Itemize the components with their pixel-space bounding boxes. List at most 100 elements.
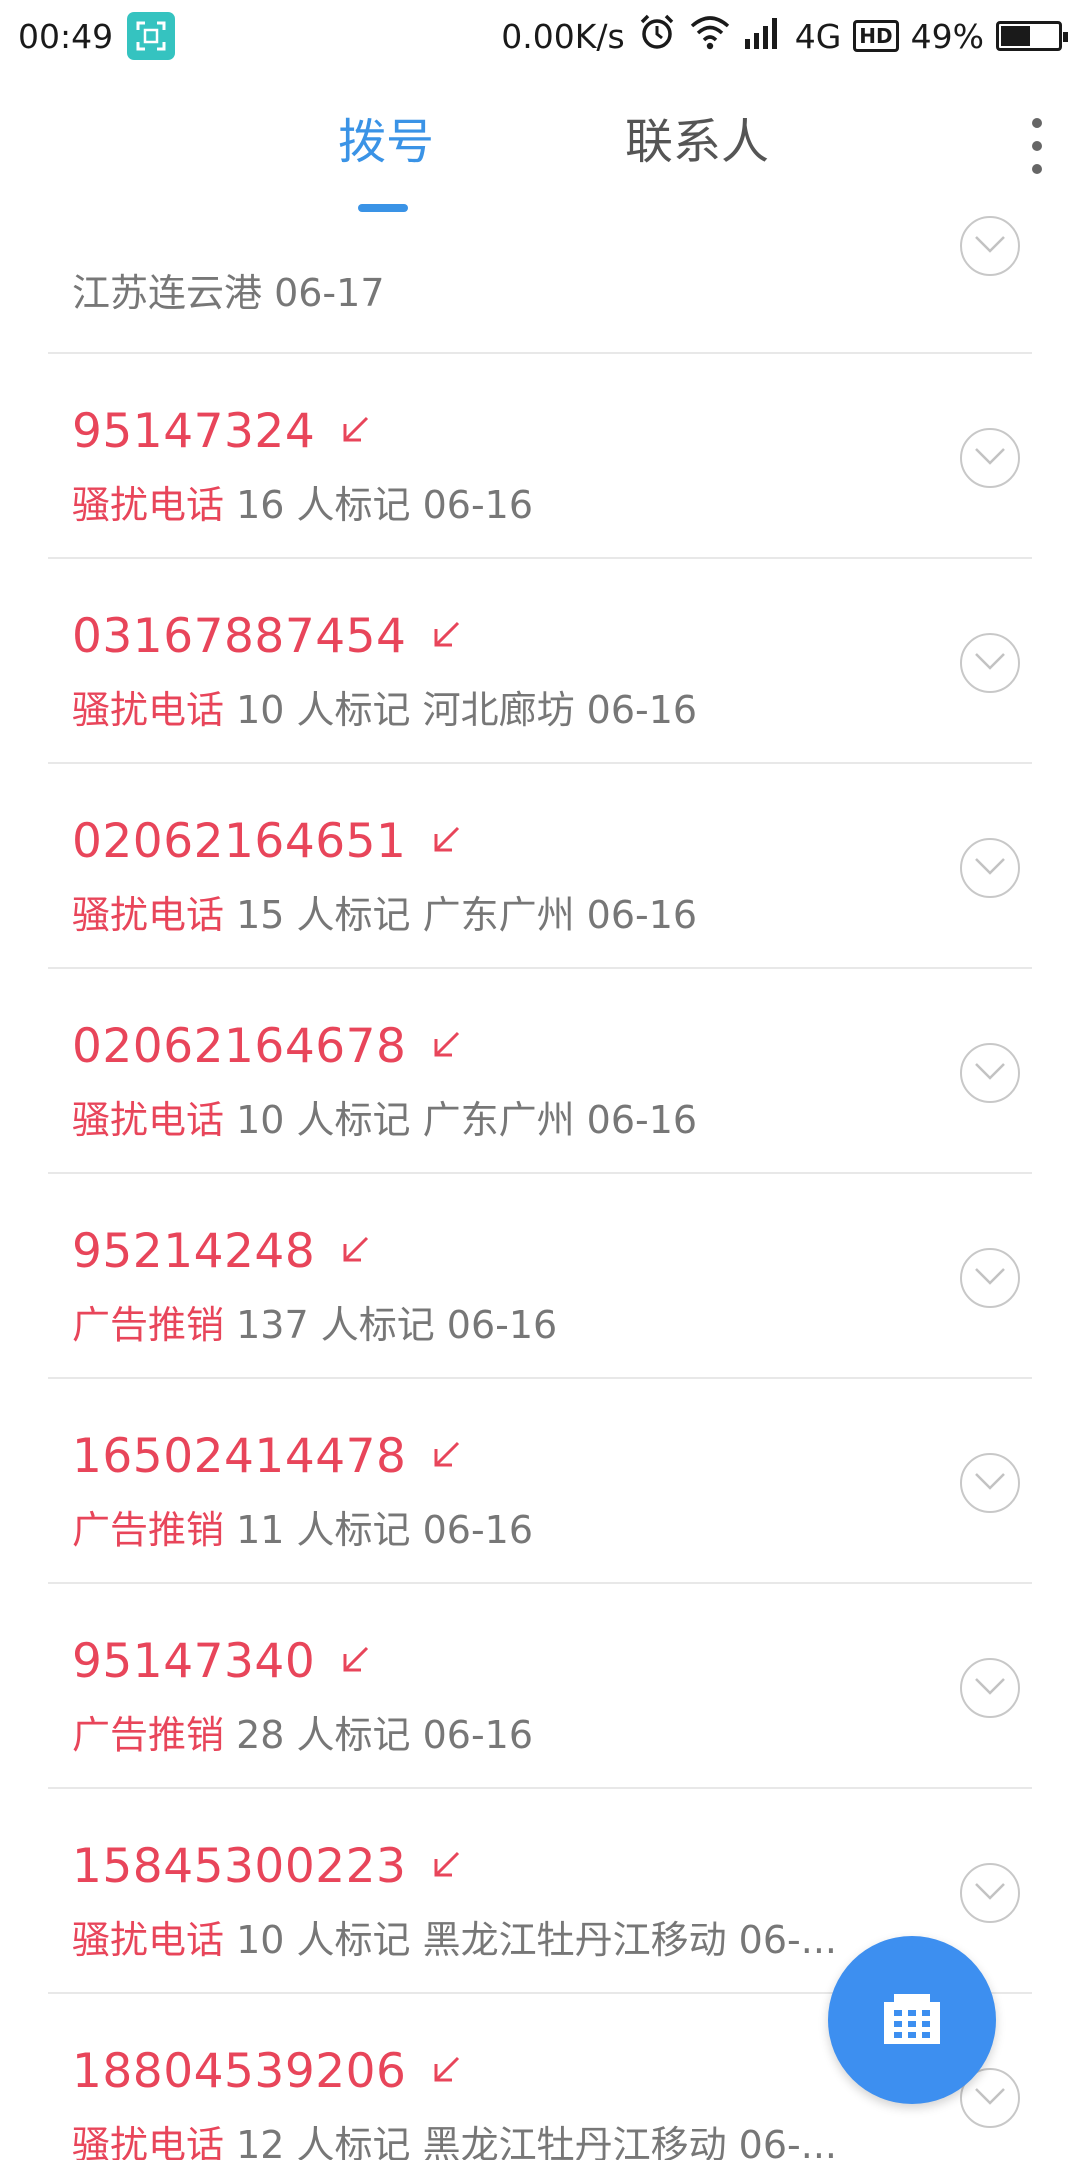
- call-meta: 广告推销 28 人标记 06-16: [72, 1704, 533, 1759]
- call-meta: 骚扰电话 16 人标记 06-16: [72, 474, 533, 529]
- chevron-down-icon: [972, 2085, 1008, 2111]
- status-bar: 00:49 0.00K/s 4G HD 49%: [0, 0, 1080, 72]
- call-meta: 骚扰电话 12 人标记 黑龙江牡丹江移动 06-...: [72, 2114, 837, 2160]
- call-detail: 江苏连云港 06-17: [72, 271, 385, 315]
- network-type: 4G: [794, 16, 842, 56]
- call-detail: 28 人标记 06-16: [224, 1713, 534, 1757]
- expand-call-button[interactable]: [960, 428, 1020, 488]
- call-log-row[interactable]: 03167887454 骚扰电话 10 人标记 河北廊坊 06-16: [0, 559, 1080, 764]
- dialpad-fab-button[interactable]: [828, 1936, 996, 2104]
- phone-number: 02062164651: [72, 814, 407, 869]
- call-log-row[interactable]: 95214248 广告推销 137 人标记 06-16: [0, 1174, 1080, 1379]
- call-meta: 骚扰电话 10 人标记 广东广州 06-16: [72, 1089, 697, 1144]
- tab-contacts[interactable]: 联系人: [625, 102, 769, 172]
- chevron-down-icon: [972, 855, 1008, 881]
- call-detail: 16 人标记 06-16: [224, 483, 534, 527]
- call-log-row[interactable]: 95147340 广告推销 28 人标记 06-16: [0, 1584, 1080, 1789]
- wifi-icon: [689, 14, 731, 58]
- call-meta: 骚扰电话 10 人标记 河北廊坊 06-16: [72, 679, 697, 734]
- chevron-down-icon: [972, 1470, 1008, 1496]
- phone-number: 95147340: [72, 1634, 316, 1689]
- call-detail: 12 人标记 黑龙江牡丹江移动 06-...: [224, 2123, 837, 2160]
- call-detail: 10 人标记 广东广州 06-16: [224, 1098, 698, 1142]
- spam-tag: 骚扰电话: [72, 688, 225, 732]
- call-log-row[interactable]: 02062164651 骚扰电话 15 人标记 广东广州 06-16: [0, 764, 1080, 969]
- alarm-icon: [637, 12, 677, 60]
- incoming-call-arrow-icon: [428, 1027, 464, 1067]
- call-detail: 10 人标记 黑龙江牡丹江移动 06-...: [224, 1918, 837, 1962]
- phone-number: 15845300223: [72, 1839, 407, 1894]
- number-line: 95147324: [72, 404, 373, 459]
- number-line: 16502414478: [72, 1429, 464, 1484]
- chevron-down-icon: [972, 445, 1008, 471]
- dialpad-icon: [880, 1990, 944, 2050]
- expand-call-button[interactable]: [960, 1248, 1020, 1308]
- phone-number: 03167887454: [72, 609, 407, 664]
- spam-tag: 骚扰电话: [72, 893, 225, 937]
- expand-call-button[interactable]: [960, 1863, 1020, 1923]
- expand-call-button[interactable]: [960, 1658, 1020, 1718]
- incoming-call-arrow-icon: [428, 822, 464, 862]
- spam-tag: 骚扰电话: [72, 483, 225, 527]
- call-meta: 广告推销 11 人标记 06-16: [72, 1499, 533, 1554]
- expand-call-button[interactable]: [960, 1043, 1020, 1103]
- battery-percent: 49%: [910, 16, 984, 56]
- call-detail: 15 人标记 广东广州 06-16: [224, 893, 698, 937]
- expand-call-button[interactable]: [960, 1453, 1020, 1513]
- number-line: 95147340: [72, 1634, 373, 1689]
- number-line: 03167887454: [72, 609, 464, 664]
- phone-number: 02062164678: [72, 1019, 407, 1074]
- battery-icon: [996, 21, 1068, 51]
- expand-call-button[interactable]: [960, 633, 1020, 693]
- active-tab-indicator: [358, 204, 408, 212]
- chevron-down-icon: [972, 1675, 1008, 1701]
- more-vertical-icon[interactable]: [1022, 118, 1052, 174]
- number-line: 02062164651: [72, 814, 464, 869]
- spam-tag: 骚扰电话: [72, 2123, 225, 2160]
- incoming-call-arrow-icon: [337, 412, 373, 452]
- call-meta: 江苏连云港 06-17: [72, 262, 385, 317]
- net-speed: 0.00K/s: [501, 16, 625, 56]
- incoming-call-arrow-icon: [337, 1642, 373, 1682]
- incoming-call-arrow-icon: [428, 1847, 464, 1887]
- call-log-row[interactable]: 95147324 骚扰电话 16 人标记 06-16: [0, 354, 1080, 559]
- chevron-down-icon: [972, 650, 1008, 676]
- call-log-row[interactable]: 02062164678 骚扰电话 10 人标记 广东广州 06-16: [0, 969, 1080, 1174]
- chevron-down-icon: [972, 1060, 1008, 1086]
- incoming-call-arrow-icon: [428, 617, 464, 657]
- chevron-down-icon: [972, 1265, 1008, 1291]
- spam-tag: 广告推销: [72, 1713, 225, 1757]
- expand-call-button[interactable]: [960, 838, 1020, 898]
- expand-call-button[interactable]: [960, 216, 1020, 276]
- chevron-down-icon: [972, 233, 1008, 259]
- chevron-down-icon: [972, 1880, 1008, 1906]
- number-line: 95214248: [72, 1224, 373, 1279]
- call-log-row[interactable]: 16502414478 广告推销 11 人标记 06-16: [0, 1379, 1080, 1584]
- hd-badge: HD: [853, 20, 899, 52]
- phone-number: 95214248: [72, 1224, 316, 1279]
- phone-number: 18804539206: [72, 2044, 407, 2099]
- call-meta: 广告推销 137 人标记 06-16: [72, 1294, 557, 1349]
- status-time: 00:49: [18, 16, 114, 56]
- call-detail: 10 人标记 河北廊坊 06-16: [224, 688, 698, 732]
- call-log-list[interactable]: 051880704750江苏连云港 06-1795147324骚扰电话 16 人…: [0, 133, 1080, 2160]
- number-line: 18804539206: [72, 2044, 464, 2099]
- incoming-call-arrow-icon: [337, 1232, 373, 1272]
- incoming-call-arrow-icon: [428, 1437, 464, 1477]
- screen: 00:49 0.00K/s 4G HD 49% 江苏连云港 06-17 9514…: [0, 0, 1080, 2160]
- spam-tag: 骚扰电话: [72, 1918, 225, 1962]
- spam-tag: 广告推销: [72, 1508, 225, 1552]
- number-line: 15845300223: [72, 1839, 464, 1894]
- call-meta: 骚扰电话 10 人标记 黑龙江牡丹江移动 06-...: [72, 1909, 837, 1964]
- phone-number: 16502414478: [72, 1429, 407, 1484]
- spam-tag: 骚扰电话: [72, 1098, 225, 1142]
- screen-scan-icon: [127, 12, 176, 60]
- top-tab-bar: 拨号 联系人: [0, 72, 1080, 212]
- incoming-call-arrow-icon: [428, 2052, 464, 2092]
- tab-dial[interactable]: 拨号: [338, 102, 434, 172]
- spam-tag: 广告推销: [72, 1303, 225, 1347]
- signal-icon: [743, 15, 783, 57]
- call-detail: 11 人标记 06-16: [224, 1508, 534, 1552]
- call-detail: 137 人标记 06-16: [224, 1303, 558, 1347]
- number-line: 02062164678: [72, 1019, 464, 1074]
